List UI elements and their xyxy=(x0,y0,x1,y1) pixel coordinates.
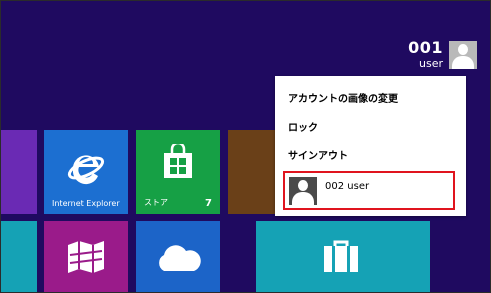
tile-store[interactable]: ストア 7 xyxy=(136,130,220,214)
tile-maps[interactable] xyxy=(44,221,128,293)
store-bag-icon xyxy=(164,144,192,178)
user-text: 001 user xyxy=(408,38,443,70)
account-menu: アカウントの画像の変更 ロック サインアウト 002 user xyxy=(275,76,466,216)
user-subtitle: user xyxy=(419,57,443,70)
internet-explorer-icon xyxy=(67,155,105,185)
tile-label: ストア xyxy=(144,198,168,207)
tile-partial-purple[interactable] xyxy=(0,130,37,214)
menu-change-picture[interactable]: アカウントの画像の変更 xyxy=(288,90,398,105)
tile-skydrive[interactable] xyxy=(136,221,220,293)
other-user-avatar-icon xyxy=(289,177,317,205)
tile-label: Internet Explorer xyxy=(52,199,120,208)
tile-briefcase[interactable] xyxy=(256,221,430,293)
other-user-label: 002 user xyxy=(325,181,370,192)
tile-partial-photo[interactable] xyxy=(228,130,275,214)
menu-lock[interactable]: ロック xyxy=(288,119,318,134)
user-avatar-icon xyxy=(449,41,477,69)
user-name: 001 xyxy=(408,38,443,57)
cloud-icon xyxy=(159,245,201,271)
menu-sign-out[interactable]: サインアウト xyxy=(288,147,348,162)
tile-partial-teal[interactable] xyxy=(0,221,37,293)
maps-icon xyxy=(68,241,104,273)
switch-user-item[interactable]: 002 user xyxy=(283,171,455,210)
store-badge-count: 7 xyxy=(205,198,212,209)
current-user-button[interactable]: 001 user xyxy=(408,40,477,72)
briefcase-icon xyxy=(324,240,358,272)
tile-internet-explorer[interactable]: Internet Explorer xyxy=(44,130,128,214)
